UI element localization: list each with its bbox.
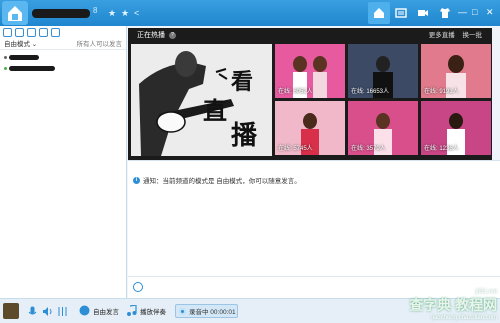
status-dot [4,55,7,59]
redacted-channel-name [32,9,90,18]
left-toolbar [0,26,126,39]
list-icon [395,8,407,18]
share-icon[interactable]: < [134,6,139,20]
stream-tile[interactable]: 在线: 9191人 [421,44,491,98]
avatar[interactable] [3,303,19,319]
list-item[interactable] [0,53,126,61]
star-icon[interactable]: ★ [121,6,129,20]
bottom-toolbar: 自由发言 播放伴奏 录音中 00:00:01 jb51.net 查字典 教程网 … [0,289,500,323]
featured-stream-tile[interactable]: 看 直 播 [131,44,272,156]
viewer-count: 在线: 3579人 [351,146,386,152]
watermark-line: jiaocheng.chazidian.com [431,315,497,321]
watermark: jb51.net 查字典 教程网 jiaocheng.chazidian.com [409,289,497,321]
viewer-count: 在线: 9191人 [424,89,459,95]
list-button[interactable] [390,2,412,24]
stream-tile[interactable]: 在线: 1236人 [421,101,491,155]
stream-tile[interactable]: 在线: 3579人 [348,101,418,155]
redacted-username [9,65,55,71]
speak-mode-icon [79,305,90,316]
mode-hint: 所有人可以发言 [76,41,123,48]
recording-label: 录音中 00:00:01 [189,309,236,316]
hot-streams-panel: 正在热播 ? 更多直播 换一批 看 直 播 在线: 6052人 在线: 1665… [128,28,492,160]
list-item[interactable] [0,64,126,72]
maximize-icon[interactable]: □ [472,5,477,19]
play-music-button[interactable]: 播放伴奏 [126,305,166,316]
equalizer-icon[interactable] [57,306,68,317]
speaker-icon[interactable] [42,306,53,317]
mode-select[interactable]: 自由模式 ⌄ [4,39,37,49]
notice-text: 通知：当前频道的模式是 自由模式，你可以随意发言。 [143,178,301,185]
channel-icon[interactable] [15,28,24,37]
stream-tile[interactable]: 在线: 5745人 [275,101,345,155]
emoji-icon[interactable] [133,282,143,292]
shop-button[interactable] [434,2,456,24]
settings-icon[interactable] [39,28,48,37]
redacted-username [9,54,39,60]
music-icon[interactable] [51,28,60,37]
big-char: 看 [231,69,253,95]
record-icon [179,307,186,315]
stream-tile[interactable]: 在线: 6052人 [275,44,345,98]
home-button[interactable] [368,2,390,24]
help-icon[interactable]: ? [168,31,176,39]
music-note-icon [127,305,137,316]
star-icon[interactable]: ★ [108,6,116,20]
user-icon[interactable] [3,28,12,37]
info-icon: i [133,176,140,184]
stream-tile[interactable]: 在线: 16653人 [348,44,418,98]
hot-header: 正在热播 ? 更多直播 换一批 [128,28,492,43]
mic-video-icon [418,10,428,16]
free-speak-button[interactable]: 自由发言 [79,305,119,316]
system-notice: i 通知：当前频道的模式是 自由模式，你可以随意发言。 [133,175,301,185]
free-speak-label: 自由发言 [93,308,119,316]
play-music-label: 播放伴奏 [140,308,166,316]
mode-row: 自由模式 ⌄ 所有人可以发言 [0,39,126,50]
svg-text:直: 直 [203,96,227,125]
mic-icon[interactable] [27,306,38,317]
title-bar: 8 ★ ★ < — □ ✕ [0,0,500,26]
viewer-count: 在线: 6052人 [278,89,313,95]
watermark-line: 查字典 教程网 [409,297,497,313]
home-icon [8,6,22,21]
close-icon[interactable]: ✕ [486,5,494,19]
minimize-icon[interactable]: — [458,5,467,19]
status-dot [4,66,7,70]
channel-user-panel: 自由模式 ⌄ 所有人可以发言 [0,26,127,298]
chat-area: i 通知：当前频道的模式是 自由模式，你可以随意发言。 [128,160,500,298]
live-button[interactable] [412,2,434,24]
viewer-count: 在线: 5745人 [278,146,313,152]
svg-text:播: 播 [231,121,258,151]
app-logo[interactable] [2,1,28,25]
hot-title: 正在热播 [137,32,165,39]
recording-status[interactable]: 录音中 00:00:01 [175,304,238,318]
location-icon[interactable] [27,28,36,37]
more-live-link[interactable]: 更多直播 [429,32,455,39]
shirt-icon [440,8,450,18]
guitarist-image: 看 直 播 [131,44,272,156]
home-icon [374,8,384,18]
viewer-count: 在线: 16653人 [351,89,390,95]
channel-id: 8 [93,6,98,15]
viewer-count: 在线: 1236人 [424,146,459,152]
refresh-link[interactable]: 换一批 [463,32,483,39]
